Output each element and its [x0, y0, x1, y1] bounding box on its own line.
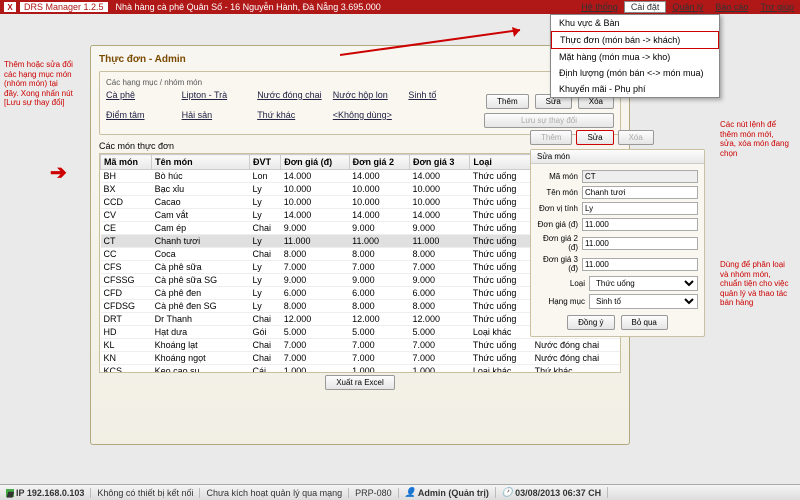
cat-item[interactable]: Nước đóng chai	[257, 90, 325, 108]
item-add-button[interactable]: Thêm	[530, 130, 572, 145]
cat-item[interactable]: Lipton - Trà	[182, 90, 250, 108]
form-cancel-button[interactable]: Bỏ qua	[621, 315, 668, 330]
dd-khuyenmai[interactable]: Khuyến mãi - Phụ phí	[551, 81, 719, 97]
dd-khuvuc[interactable]: Khu vực & Bàn	[551, 15, 719, 31]
menu-quanly[interactable]: Quản lý	[666, 2, 709, 12]
col-header[interactable]: Mã món	[101, 155, 152, 170]
edit-panel: Thêm Sửa Xóa Sửa món Mã món Tên món Đơn …	[530, 130, 705, 337]
cat-item[interactable]: Cà phê	[106, 90, 174, 108]
status-time: 🕐03/08/2013 06:37 CH	[496, 487, 608, 498]
inp-ma	[582, 170, 698, 183]
menu-baocao[interactable]: Báo cáo	[709, 2, 754, 12]
col-header[interactable]: Tên món	[152, 155, 250, 170]
lbl-ten: Tên món	[537, 188, 582, 197]
cat-item[interactable]: Sinh tố	[408, 90, 476, 108]
dd-mathang[interactable]: Mặt hàng (món mua -> kho)	[551, 49, 719, 65]
window-title: Nhà hàng cà phê Quân Số - 16 Nguyễn Hành…	[116, 2, 381, 12]
status-user: 👤Admin (Quản trị)	[399, 487, 496, 498]
col-header[interactable]: Loại	[470, 155, 532, 170]
cat-item[interactable]: Điểm tâm	[106, 110, 174, 128]
clock-icon: 🕐	[502, 487, 513, 498]
form-ok-button[interactable]: Đồng ý	[567, 315, 614, 330]
status-net: Chưa kích hoạt quản lý qua mạng	[200, 488, 349, 498]
col-header[interactable]: Đơn giá 3	[409, 155, 469, 170]
col-header[interactable]: ĐVT	[250, 155, 281, 170]
status-dev: Không có thiết bị kết nối	[91, 488, 200, 498]
menu-caidat[interactable]: Cài đặt	[624, 1, 667, 13]
settings-dropdown: Khu vực & Bàn Thực đơn (món bán -> khách…	[550, 14, 720, 98]
close-icon[interactable]: X	[4, 2, 16, 12]
inp-g2[interactable]	[582, 237, 698, 250]
col-header[interactable]: Đơn giá (đ)	[281, 155, 349, 170]
cat-item[interactable]: <Không dùng>	[333, 110, 401, 128]
arrow-row-icon: ➔	[50, 160, 67, 185]
menubar: Hệ thống Cài đặt Quản lý Báo cáo Trợ giú…	[575, 0, 800, 14]
table-row[interactable]: KCSKẹo cao suCái1.0001.0001.000Loại khác…	[101, 365, 620, 374]
table-row[interactable]: KLKhoáng lạtChai7.0007.0007.000Thức uống…	[101, 339, 620, 352]
cat-label: Các hạng mục / nhóm món	[106, 78, 614, 87]
inp-ten[interactable]	[582, 186, 698, 199]
dd-dinhluong[interactable]: Định lượng (món bán <-> món mua)	[551, 65, 719, 81]
app-name: DRS Manager 1.2.5	[20, 2, 108, 12]
lbl-g3: Đơn giá 3 (đ)	[537, 255, 582, 273]
status-ip: ◼IP 192.168.0.103	[0, 488, 91, 498]
sel-loai[interactable]: Thức uống	[589, 276, 698, 291]
lbl-dvt: Đơn vị tính	[537, 204, 582, 213]
note-left: Thêm hoặc sửa đổi các hạng mục món (nhóm…	[4, 60, 74, 108]
lbl-g2: Đơn giá 2 (đ)	[537, 234, 582, 252]
lbl-hm: Hạng mục	[537, 297, 589, 306]
note-right1: Các nút lệnh để thêm món mới, sửa, xóa m…	[720, 120, 790, 158]
monitor-icon: ◼	[6, 489, 14, 497]
category-group: Các hạng mục / nhóm món Cà phê Lipton - T…	[99, 71, 621, 135]
cat-item[interactable]: Nước hộp lon	[333, 90, 401, 108]
arrow-menu-icon	[340, 25, 540, 65]
statusbar: ◼IP 192.168.0.103 Không có thiết bị kết …	[0, 484, 800, 500]
inp-g1[interactable]	[582, 218, 698, 231]
edit-form: Sửa món Mã món Tên món Đơn vị tính Đơn g…	[530, 149, 705, 337]
category-grid: Cà phê Lipton - Trà Nước đóng chai Nước hộp…	[106, 90, 476, 128]
note-right2: Dùng để phân loại và nhóm món, chuẩn tiệ…	[720, 260, 790, 308]
col-header[interactable]: Đơn giá 2	[349, 155, 409, 170]
sel-hm[interactable]: Sinh tố	[589, 294, 698, 309]
dd-thucdon[interactable]: Thực đơn (món bán -> khách)	[551, 31, 719, 49]
lbl-g1: Đơn giá (đ)	[537, 220, 582, 229]
inp-g3[interactable]	[582, 258, 698, 271]
export-excel-button[interactable]: Xuất ra Excel	[325, 375, 395, 390]
cat-add-button[interactable]: Thêm	[486, 94, 528, 109]
cat-save-button[interactable]: Lưu sự thay đổi	[484, 113, 614, 128]
user-icon: 👤	[405, 487, 416, 498]
cat-item[interactable]: Thứ khác	[257, 110, 325, 128]
form-title: Sửa món	[531, 150, 704, 164]
inp-dvt[interactable]	[582, 202, 698, 215]
status-prp: PRP-080	[349, 488, 399, 498]
item-edit-button[interactable]: Sửa	[576, 130, 613, 145]
lbl-loai: Loại	[537, 279, 589, 288]
table-row[interactable]: KNKhoáng ngọtChai7.0007.0007.000Thức uốn…	[101, 352, 620, 365]
lbl-ma: Mã món	[537, 172, 582, 181]
cat-item[interactable]: Hải sản	[182, 110, 250, 128]
menu-hethong[interactable]: Hệ thống	[575, 2, 624, 12]
menu-trogiup[interactable]: Trợ giúp	[754, 2, 800, 12]
item-del-button[interactable]: Xóa	[618, 130, 654, 145]
